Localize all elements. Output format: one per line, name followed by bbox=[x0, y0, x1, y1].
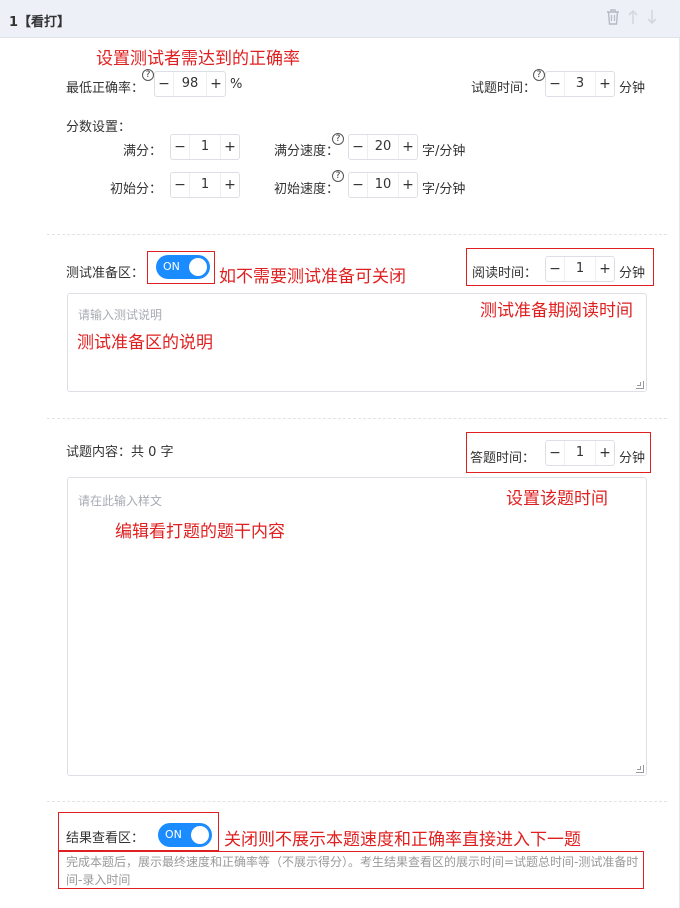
initial-speed-label: 初始速度： bbox=[274, 182, 340, 197]
question-card: 1【看打】 设置测试者需达到的正确率 最低正确率： ? − 98 + % 试题时… bbox=[0, 0, 680, 908]
result-area-toggle[interactable]: ON bbox=[158, 823, 212, 847]
help-icon[interactable]: ? bbox=[142, 69, 154, 81]
initial-speed-stepper[interactable]: − 10 + bbox=[348, 172, 418, 198]
answer-time-label: 答题时间： bbox=[470, 451, 536, 466]
min-accuracy-stepper[interactable]: − 98 + bbox=[154, 71, 226, 97]
question-title: 1【看打】 bbox=[9, 15, 71, 30]
decrement-button[interactable]: − bbox=[349, 135, 367, 159]
section-divider bbox=[47, 234, 667, 235]
resize-handle[interactable] bbox=[636, 765, 644, 773]
prep-area-label: 测试准备区： bbox=[66, 266, 145, 281]
full-score-stepper[interactable]: − 1 + bbox=[170, 134, 240, 160]
read-time-stepper[interactable]: − 1 + bbox=[545, 256, 615, 282]
help-icon[interactable]: ? bbox=[332, 170, 344, 182]
annotation-accuracy: 设置测试者需达到的正确率 bbox=[96, 49, 300, 69]
decrement-button[interactable]: − bbox=[171, 173, 189, 197]
initial-score-label: 初始分： bbox=[110, 182, 163, 197]
arrow-down-icon[interactable] bbox=[647, 9, 657, 29]
help-icon[interactable]: ? bbox=[533, 69, 545, 81]
toggle-knob bbox=[191, 826, 209, 844]
trash-icon[interactable] bbox=[606, 9, 620, 29]
exam-time-label: 试题时间： bbox=[471, 81, 537, 96]
answer-time-value[interactable]: 1 bbox=[564, 441, 596, 465]
minutes-unit: 分钟 bbox=[619, 81, 646, 96]
read-time-label: 阅读时间： bbox=[472, 266, 538, 281]
increment-button[interactable]: + bbox=[596, 441, 614, 465]
annotation-prep-desc: 测试准备区的说明 bbox=[77, 333, 213, 353]
read-time-value[interactable]: 1 bbox=[564, 257, 596, 281]
annotation-prep-toggle: 如不需要测试准备可关闭 bbox=[219, 267, 406, 287]
increment-button[interactable]: + bbox=[596, 257, 614, 281]
decrement-button[interactable]: − bbox=[546, 72, 564, 96]
toggle-on-text: ON bbox=[165, 828, 182, 841]
increment-button[interactable]: + bbox=[207, 72, 225, 96]
minutes-unit: 分钟 bbox=[619, 451, 646, 466]
decrement-button[interactable]: − bbox=[546, 257, 564, 281]
question-header: 1【看打】 bbox=[0, 0, 680, 38]
annotation-content: 编辑看打题的题干内容 bbox=[115, 522, 285, 542]
full-score-label: 满分： bbox=[123, 144, 163, 159]
content-placeholder: 请在此输入样文 bbox=[78, 494, 163, 508]
annotation-answer-time: 设置该题时间 bbox=[506, 489, 608, 509]
toggle-on-text: ON bbox=[163, 260, 180, 273]
arrow-up-icon[interactable] bbox=[628, 9, 638, 29]
percent-unit: % bbox=[230, 77, 243, 92]
decrement-button[interactable]: − bbox=[349, 173, 367, 197]
full-score-value[interactable]: 1 bbox=[189, 135, 221, 159]
prep-area-toggle[interactable]: ON bbox=[156, 255, 210, 279]
decrement-button[interactable]: − bbox=[546, 441, 564, 465]
increment-button[interactable]: + bbox=[596, 72, 614, 96]
answer-time-stepper[interactable]: − 1 + bbox=[545, 440, 615, 466]
initial-speed-value[interactable]: 10 bbox=[367, 173, 399, 197]
result-note: 完成本题后，展示最终速度和正确率等（不展示得分）。考生结果查看区的展示时间=试题… bbox=[66, 855, 639, 887]
increment-button[interactable]: + bbox=[221, 173, 239, 197]
section-divider bbox=[47, 418, 667, 419]
increment-button[interactable]: + bbox=[399, 173, 417, 197]
min-accuracy-value[interactable]: 98 bbox=[173, 72, 207, 96]
score-settings-label: 分数设置： bbox=[66, 120, 132, 135]
increment-button[interactable]: + bbox=[399, 135, 417, 159]
minutes-unit: 分钟 bbox=[619, 266, 646, 281]
speed-unit: 字/分钟 bbox=[422, 144, 466, 159]
decrement-button[interactable]: − bbox=[155, 72, 173, 96]
annotation-read-time: 测试准备期阅读时间 bbox=[480, 301, 633, 321]
help-icon[interactable]: ? bbox=[332, 133, 344, 145]
content-word-count: 试题内容：共 0 字 bbox=[66, 445, 174, 460]
section-divider bbox=[47, 801, 667, 802]
speed-unit: 字/分钟 bbox=[422, 182, 466, 197]
result-area-label: 结果查看区： bbox=[66, 831, 145, 846]
min-accuracy-label: 最低正确率： bbox=[66, 81, 145, 96]
exam-time-value[interactable]: 3 bbox=[564, 72, 596, 96]
full-speed-stepper[interactable]: − 20 + bbox=[348, 134, 418, 160]
full-speed-label: 满分速度： bbox=[274, 144, 340, 159]
toggle-knob bbox=[189, 258, 207, 276]
full-speed-value[interactable]: 20 bbox=[367, 135, 399, 159]
exam-time-stepper[interactable]: − 3 + bbox=[545, 71, 615, 97]
prep-description-placeholder: 请输入测试说明 bbox=[78, 308, 163, 322]
annotation-result-toggle: 关闭则不展示本题速度和正确率直接进入下一题 bbox=[224, 830, 581, 850]
initial-score-stepper[interactable]: − 1 + bbox=[170, 172, 240, 198]
initial-score-value[interactable]: 1 bbox=[189, 173, 221, 197]
decrement-button[interactable]: − bbox=[171, 135, 189, 159]
resize-handle[interactable] bbox=[636, 381, 644, 389]
increment-button[interactable]: + bbox=[221, 135, 239, 159]
